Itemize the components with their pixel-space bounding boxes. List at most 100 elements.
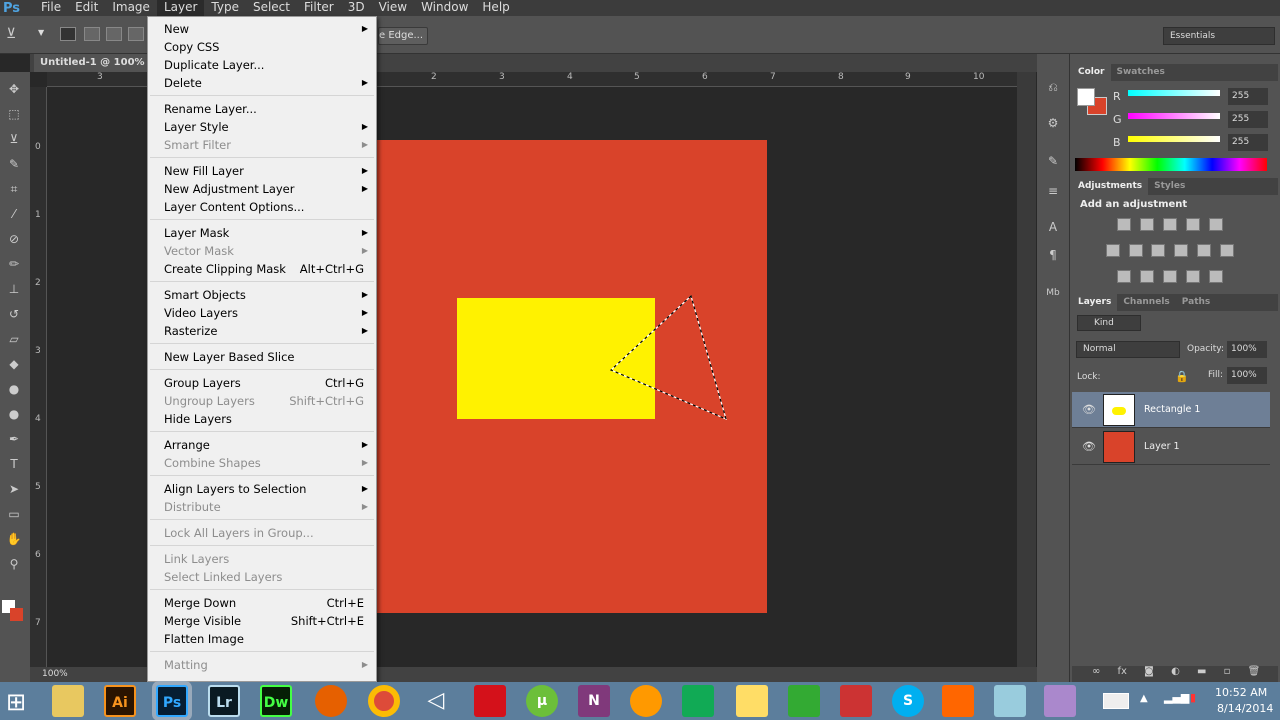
gradient-map-icon[interactable] bbox=[1209, 270, 1223, 283]
firefox-icon[interactable] bbox=[315, 685, 347, 717]
menu-select[interactable]: Select bbox=[246, 0, 297, 16]
selective-color-icon[interactable] bbox=[1186, 270, 1200, 283]
threshold-icon[interactable] bbox=[1163, 270, 1177, 283]
menu-item-rename-layer[interactable]: Rename Layer... bbox=[164, 100, 364, 118]
menu-item-new-layer-based-slice[interactable]: New Layer Based Slice bbox=[164, 348, 364, 366]
levels-icon[interactable] bbox=[1140, 218, 1154, 231]
tab-swatches[interactable]: Swatches bbox=[1111, 64, 1171, 81]
trash-icon[interactable]: 🗑 bbox=[1248, 666, 1261, 677]
eye-icon[interactable]: 👁 bbox=[1082, 440, 1096, 453]
tab-channels[interactable]: Channels bbox=[1117, 294, 1175, 311]
tab-color[interactable]: Color bbox=[1072, 64, 1111, 81]
fill-input[interactable]: 100% bbox=[1227, 367, 1267, 384]
menu-item-flatten-image[interactable]: Flatten Image bbox=[164, 630, 364, 648]
zoom-level[interactable]: 100% bbox=[42, 669, 68, 679]
menu-item-copy-css[interactable]: Copy CSS bbox=[164, 38, 364, 56]
menu-item-new-adjustment-layer[interactable]: New Adjustment Layer ▶ bbox=[164, 180, 368, 198]
menu-window[interactable]: Window bbox=[414, 0, 475, 16]
dreamweaver-icon[interactable]: Dw bbox=[260, 685, 292, 717]
vertical-scrollbar[interactable] bbox=[1017, 72, 1036, 667]
path-select-tool-icon[interactable]: ➤ bbox=[6, 482, 22, 496]
hand-tool-icon[interactable]: ✋ bbox=[6, 532, 22, 546]
tab-layers[interactable]: Layers bbox=[1072, 294, 1118, 311]
color-balance-icon[interactable] bbox=[1129, 244, 1143, 257]
menu-item-duplicate-layer[interactable]: Duplicate Layer... bbox=[164, 56, 364, 74]
keyboard-icon[interactable] bbox=[1103, 693, 1129, 709]
new-layer-icon[interactable]: ▫ bbox=[1224, 666, 1231, 677]
shape-tool-icon[interactable]: ▭ bbox=[6, 507, 22, 521]
eye-icon[interactable]: 👁 bbox=[1082, 403, 1096, 416]
lasso-tool-icon[interactable]: ⊻ bbox=[6, 132, 22, 146]
g-value[interactable]: 255 bbox=[1228, 111, 1268, 128]
menu-item-merge-visible[interactable]: Merge Visible Shift+Ctrl+E bbox=[164, 612, 364, 630]
menu-item-layer-mask[interactable]: Layer Mask ▶ bbox=[164, 224, 368, 242]
document-tab[interactable]: Untitled-1 @ 100% (R bbox=[34, 54, 148, 72]
healing-tool-icon[interactable]: ⊘ bbox=[6, 232, 22, 246]
app-icon[interactable] bbox=[1044, 685, 1076, 717]
add-selection-icon[interactable] bbox=[84, 27, 100, 41]
opacity-input[interactable]: 100% bbox=[1227, 341, 1267, 358]
sticky-notes-icon[interactable] bbox=[736, 685, 768, 717]
menu-item-new-fill-layer[interactable]: New Fill Layer ▶ bbox=[164, 162, 368, 180]
b-value[interactable]: 255 bbox=[1228, 134, 1268, 151]
menu-item-group-layers[interactable]: Group Layers Ctrl+G bbox=[164, 374, 364, 392]
exposure-icon[interactable] bbox=[1186, 218, 1200, 231]
zoom-tool-icon[interactable]: ⚲ bbox=[6, 557, 22, 571]
r-slider[interactable] bbox=[1128, 90, 1220, 96]
menu-item-smart-objects[interactable]: Smart Objects ▶ bbox=[164, 286, 368, 304]
paragraph-icon[interactable]: ¶ bbox=[1045, 248, 1061, 264]
history-icon[interactable]: ⎌ bbox=[1045, 80, 1061, 96]
b-slider[interactable] bbox=[1128, 136, 1220, 142]
invert-icon[interactable] bbox=[1117, 270, 1131, 283]
crop-tool-icon[interactable]: ⌗ bbox=[6, 182, 22, 196]
menu-edit[interactable]: Edit bbox=[68, 0, 105, 16]
menu-view[interactable]: View bbox=[372, 0, 414, 16]
file-explorer-icon[interactable] bbox=[52, 685, 84, 717]
lightroom-icon[interactable]: Lr bbox=[208, 685, 240, 717]
eraser-tool-icon[interactable]: ▱ bbox=[6, 332, 22, 346]
app-icon[interactable] bbox=[788, 685, 820, 717]
menu-item-delete[interactable]: Delete ▶ bbox=[164, 74, 368, 92]
tab-adjustments[interactable]: Adjustments bbox=[1072, 178, 1149, 195]
menu-item-new[interactable]: New ▶ bbox=[164, 20, 368, 38]
menu-filter[interactable]: Filter bbox=[297, 0, 341, 16]
menu-3d[interactable]: 3D bbox=[341, 0, 372, 16]
windows-start-icon[interactable]: ⊞ bbox=[6, 688, 26, 716]
type-tool-icon[interactable]: T bbox=[6, 457, 22, 471]
layer-row-layer-1[interactable]: 👁 Layer 1 bbox=[1072, 429, 1270, 465]
link-icon[interactable]: ∞ bbox=[1092, 666, 1100, 677]
illustrator-icon[interactable]: Ai bbox=[104, 685, 136, 717]
tab-paths[interactable]: Paths bbox=[1176, 294, 1217, 311]
vibrance-icon[interactable] bbox=[1209, 218, 1223, 231]
menu-item-merge-down[interactable]: Merge Down Ctrl+E bbox=[164, 594, 364, 612]
chrome-icon[interactable] bbox=[368, 685, 400, 717]
skype-icon[interactable]: S bbox=[892, 685, 924, 717]
blend-mode-select[interactable]: Normal bbox=[1076, 341, 1180, 358]
lock-icon[interactable]: 🔒 bbox=[1175, 370, 1189, 383]
r-value[interactable]: 255 bbox=[1228, 88, 1268, 105]
curves-icon[interactable] bbox=[1163, 218, 1177, 231]
creative-cloud-icon[interactable] bbox=[474, 685, 506, 717]
refine-edge-button[interactable]: e Edge... bbox=[378, 27, 428, 45]
menu-file[interactable]: File bbox=[34, 0, 68, 16]
tray-up-icon[interactable]: ▲ bbox=[1140, 693, 1148, 704]
signal-icon[interactable]: ▂▄▆ bbox=[1164, 691, 1189, 704]
menu-item-rasterize[interactable]: Rasterize ▶ bbox=[164, 322, 368, 340]
layer-row-rectangle-1[interactable]: 👁 Rectangle 1 bbox=[1072, 392, 1270, 428]
color-lookup-icon[interactable] bbox=[1220, 244, 1234, 257]
mask-icon[interactable]: ◙ bbox=[1144, 666, 1154, 677]
move-tool-icon[interactable]: ✥ bbox=[6, 82, 22, 96]
stamp-tool-icon[interactable]: ⊥ bbox=[6, 282, 22, 296]
foreground-color-swatch[interactable] bbox=[1077, 88, 1095, 106]
app-icon[interactable] bbox=[994, 685, 1026, 717]
posterize-icon[interactable] bbox=[1140, 270, 1154, 283]
layer-name[interactable]: Layer 1 bbox=[1144, 441, 1180, 452]
utorrent-icon[interactable]: µ bbox=[526, 685, 558, 717]
media-player-icon[interactable] bbox=[630, 685, 662, 717]
background-color[interactable] bbox=[10, 608, 23, 621]
brightness-icon[interactable] bbox=[1117, 218, 1131, 231]
brush-icon[interactable]: ✎ bbox=[1045, 154, 1061, 170]
app-icon[interactable] bbox=[840, 685, 872, 717]
subtract-selection-icon[interactable] bbox=[106, 27, 122, 41]
history-brush-tool-icon[interactable]: ↺ bbox=[6, 307, 22, 321]
